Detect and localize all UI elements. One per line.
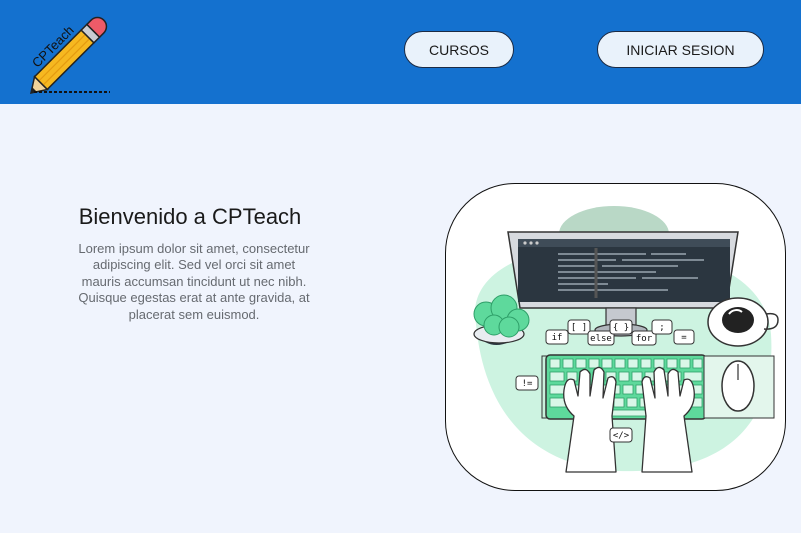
svg-text:for: for [636, 334, 653, 344]
code-bubble-semicolon: ; [651, 319, 673, 335]
hero-description: Lorem ipsum dolor sit amet, consectetur … [78, 241, 310, 322]
code-bubble-tag: </> [609, 427, 633, 443]
code-bubble-braces: { } [609, 319, 633, 335]
svg-text:{ }: { } [613, 323, 629, 333]
top-header: CPTeach CURSOS INICIAR SESION [0, 0, 801, 104]
laptop-illustration: if [ ] else { } for ; = != </> [473, 206, 779, 473]
code-bubble-brackets: [ ] [567, 319, 591, 335]
svg-text:!=: != [522, 379, 533, 389]
svg-text:;: ; [659, 323, 664, 333]
login-button[interactable]: INICIAR SESION [597, 31, 764, 68]
svg-text:</>: </> [613, 431, 630, 441]
svg-text:[ ]: [ ] [571, 323, 587, 333]
hero-title: Bienvenido a CPTeach [78, 204, 302, 229]
svg-text:else: else [590, 334, 612, 344]
code-bubble-not-equals: != [515, 375, 539, 391]
coding-illustration: if [ ] else { } for ; = != </> [445, 183, 786, 491]
svg-text:if: if [552, 333, 563, 343]
code-bubble-if: if [545, 329, 569, 345]
svg-text:=: = [681, 333, 687, 343]
courses-button[interactable]: CURSOS [404, 31, 514, 68]
code-bubble-equals: = [673, 329, 695, 345]
cpteach-logo[interactable]: CPTeach [22, 8, 122, 100]
